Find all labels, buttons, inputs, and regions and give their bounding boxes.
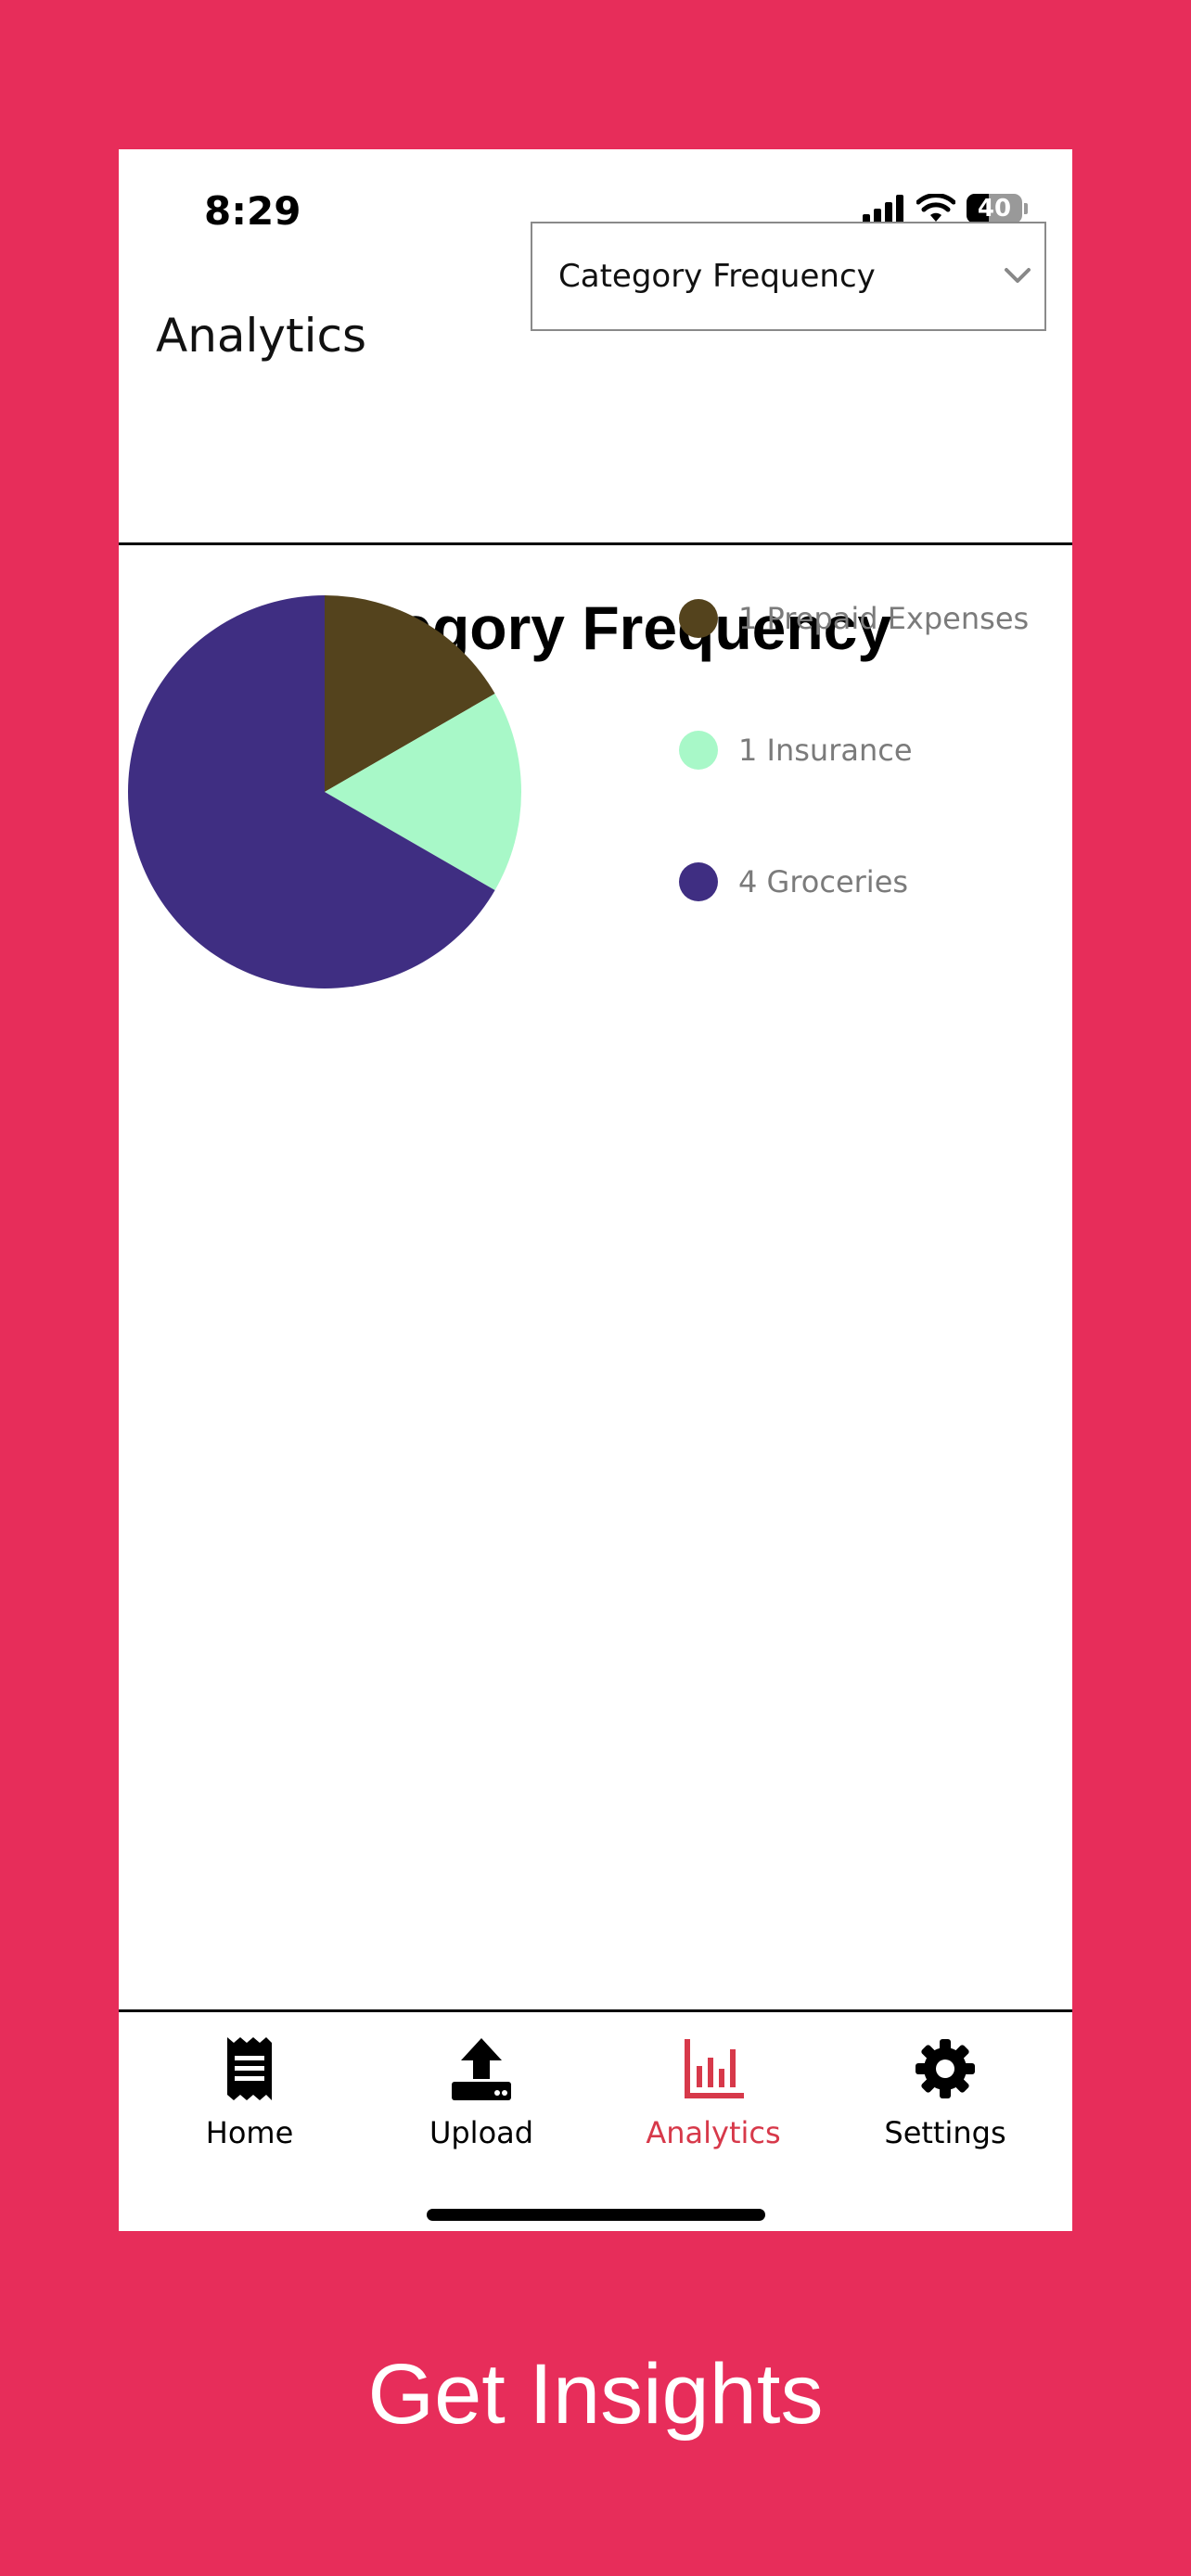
upload-icon (452, 2038, 511, 2100)
promo-caption: Get Insights (367, 2347, 824, 2442)
legend-swatch (679, 862, 718, 901)
legend-item: 1 Prepaid Expenses (679, 599, 1029, 638)
tab-home[interactable]: Home (134, 2035, 365, 2150)
gear-icon (916, 2039, 975, 2098)
tab-settings[interactable]: Settings (829, 2035, 1061, 2150)
battery-level: 40 (977, 195, 1012, 223)
tab-analytics[interactable]: Analytics (597, 2035, 829, 2150)
tab-upload[interactable]: Upload (365, 2035, 597, 2150)
tab-label-upload: Upload (429, 2115, 534, 2150)
receipt-icon (227, 2037, 272, 2100)
legend-label: 4 Groceries (738, 864, 909, 899)
legend-item: 1 Insurance (679, 731, 913, 770)
phone-screen: 8:29 40 Analytics Category Frequency Cat… (119, 149, 1072, 2231)
pie-chart (128, 595, 522, 988)
legend-swatch (679, 599, 718, 638)
tab-label-home: Home (205, 2115, 294, 2150)
legend-label: 1 Prepaid Expenses (738, 601, 1030, 636)
legend-label: 1 Insurance (738, 733, 913, 768)
legend-item: 4 Groceries (679, 862, 908, 901)
tab-bar: Home Upload Analytics Settings (119, 2009, 1072, 2231)
home-indicator (427, 2209, 765, 2221)
tab-label-settings: Settings (884, 2115, 1006, 2150)
tab-label-analytics: Analytics (646, 2115, 781, 2150)
legend-swatch (679, 731, 718, 770)
bar-chart-icon (685, 2039, 744, 2098)
